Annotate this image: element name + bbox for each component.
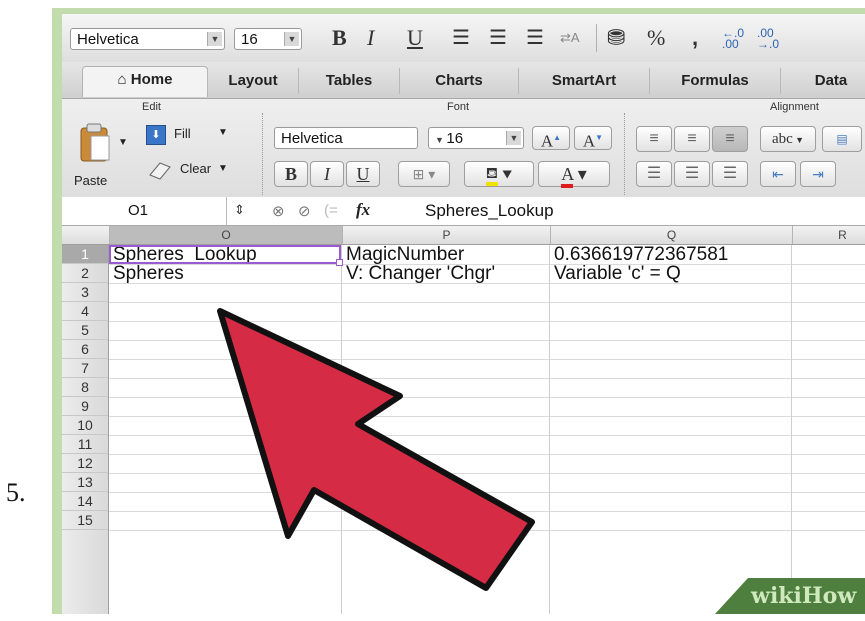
annotation-arrow-icon: [217, 308, 535, 591]
excel-window: Helvetica ▼ 16 ▼ B I U ☰ ☰ ☰ ⇄A ⛃ % , ←.…: [62, 14, 865, 614]
step-number: 5.: [6, 478, 26, 507]
screenshot-frame: Helvetica ▼ 16 ▼ B I U ☰ ☰ ☰ ⇄A ⛃ % , ←.…: [52, 8, 865, 614]
